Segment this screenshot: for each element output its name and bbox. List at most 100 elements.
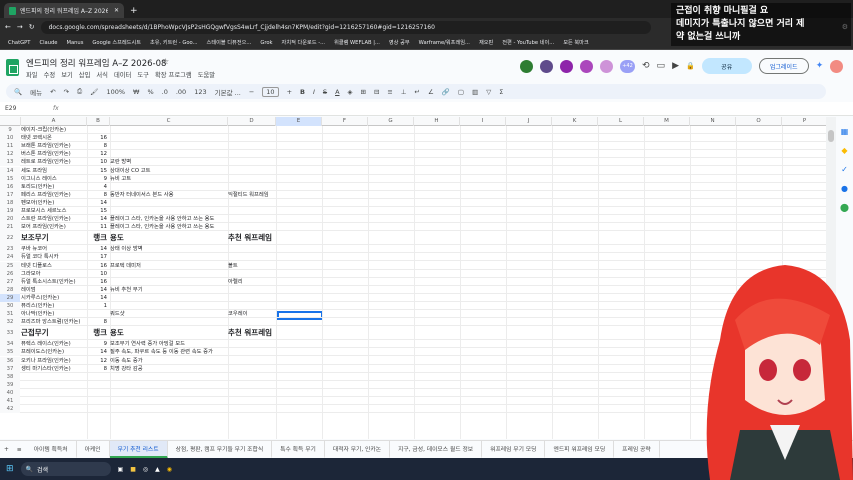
link-icon[interactable]: 🔗 [442,88,450,96]
add-sheet-icon[interactable]: + [0,447,13,453]
row-number[interactable]: 21 [0,223,20,232]
cell-a[interactable]: 페리스 프라임(인카논) [21,191,87,199]
cell-b[interactable]: 14 [87,286,107,294]
cell-a[interactable]: 브래톤 프라임(인카논) [21,142,87,150]
bookmark-item[interactable]: ChatGPT [8,40,30,46]
cell-a[interactable]: 세도 프라임 [21,167,87,175]
sheet-tab[interactable]: 대적자 무기, 인카논 [325,440,391,459]
cell-b[interactable]: 15 [87,207,107,215]
cell-c[interactable]: 상대이상 CO 고트 [110,167,225,175]
row-number[interactable]: 17 [0,190,20,199]
cell-a[interactable]: 셍티 마기스타(인카논) [21,365,87,373]
sheet-tab[interactable]: 프레임 공략 [614,440,660,459]
cell-a[interactable]: 에이지-크립(인카논) [21,126,87,134]
sheet-tab[interactable]: 아이템 획득처 [26,440,77,459]
cell-a[interactable]: 태넷 코렉시온 [21,134,87,142]
name-box[interactable]: E29 [0,105,45,112]
menu-item[interactable]: 도구 [137,70,149,79]
reload-icon[interactable]: ↻ [29,23,35,31]
cell-c[interactable]: 뉴비 추천 무기 [110,286,225,294]
row-number[interactable]: 39 [0,380,20,389]
cell-b[interactable]: 12 [87,357,107,365]
browser-tab[interactable]: 엔드피의 정리 워프레임 A–Z 2026-08 ✕ [4,3,124,18]
borders-icon[interactable]: ⊞ [361,88,366,96]
sheet-tab[interactable]: 상점, 평판, 캠프 무기들 무기 조합식 [168,440,273,459]
cell-b[interactable]: 17 [87,253,107,261]
strikethrough-icon[interactable]: S [323,88,327,96]
search-icon[interactable]: 🔍 [14,88,22,96]
task-view-icon[interactable]: ▣ [118,466,124,473]
tasks-icon[interactable]: ✓ [841,165,848,174]
row-number[interactable]: 12 [0,150,20,159]
column-header-e[interactable]: E [276,117,322,126]
bookmark-item[interactable]: Warframe/워프레임... [419,39,470,46]
align-icon[interactable]: ≡ [387,88,392,96]
row-number[interactable]: 15 [0,174,20,183]
cell-a[interactable]: 근접무기 [21,326,87,340]
cell-d[interactable]: 추천 워프레임 [228,231,276,245]
cell-a[interactable]: 스트란 프라임(인카논) [21,215,87,223]
formula-input[interactable] [59,104,853,114]
currency-icon[interactable]: ₩ [133,88,139,96]
cell-b[interactable]: 8 [87,365,107,373]
cell-b[interactable]: 8 [87,191,107,199]
cell-b[interactable]: 16 [87,262,107,270]
upgrade-button[interactable]: 업그레이드 [758,58,809,74]
print-icon[interactable]: ⎙ [77,87,82,96]
comment-add-icon[interactable]: ▢ [458,88,464,96]
row-number[interactable]: 19 [0,207,20,215]
sheet-tab[interactable]: 엔드피 워프레임 모딩 [545,440,615,459]
sheet-tab[interactable]: 특수 획득 무기 [272,440,325,459]
history-icon[interactable]: ⟲ [642,61,650,71]
cell-a[interactable]: 버스톤 프라임(인카논) [21,150,87,158]
row-number[interactable]: 9 [0,126,20,134]
menu-item[interactable]: 데이터 [114,70,131,79]
bookmark-item[interactable]: 위클램 WEFLAB |... [334,39,380,46]
row-number[interactable]: 32 [0,318,20,327]
cell-b[interactable]: 16 [87,134,107,142]
row-number[interactable]: 36 [0,356,20,365]
menu-search[interactable]: 메뉴 [30,87,42,97]
column-header-g[interactable]: G [368,117,414,126]
row-number[interactable]: 38 [0,372,20,381]
doc-title[interactable]: 엔드피의 정리 워프레임 A–Z 2026-08 [26,57,166,69]
cell-c[interactable]: 보조무기 연사력 증가 아밍걸 모드 [110,340,225,348]
bookmark-item[interactable]: Google 스프레드시트 [92,39,141,46]
cell-b[interactable]: 랭크 [87,231,107,245]
cell-a[interactable]: 아나막(인카논) [21,310,87,318]
cell-a[interactable]: 펜모아(인카논) [21,199,87,207]
cell-c[interactable]: 쿼드샷 [110,310,225,318]
column-header-k[interactable]: K [552,117,598,126]
font-select[interactable]: 기본값 ... [215,87,241,97]
column-header-b[interactable]: B [87,117,110,126]
cell-c[interactable]: 용도 [110,231,225,245]
cell-a[interactable]: 프로보시스 세르노스 [21,207,87,215]
bookmark-item[interactable]: 재오핀 [479,39,493,46]
bookmark-item[interactable]: Grok [260,40,272,46]
new-tab-icon[interactable]: + [130,6,138,16]
file-explorer-icon[interactable]: ■ [130,466,136,473]
gemini-icon[interactable]: ✦ [816,61,824,71]
cell-b[interactable]: 10 [87,270,107,278]
cell-d[interactable]: 익절티드 워프레임 [228,191,276,199]
valign-icon[interactable]: ⊥ [401,88,407,96]
cell-a[interactable]: 프리즈마 앙스트럼(인카논) [21,318,87,326]
cell-b[interactable]: 8 [87,142,107,150]
cell-b[interactable]: 16 [87,278,107,286]
cell-b[interactable]: 15 [87,167,107,175]
row-number[interactable]: 22 [0,231,20,246]
column-header-o[interactable]: O [736,117,782,126]
zoom-select[interactable]: 100% [106,88,125,96]
cell-b[interactable]: 14 [87,199,107,207]
cell-a[interactable]: 오키나 프라임(인카논) [21,357,87,365]
cell-c[interactable]: 뉴비 고트 [110,175,225,183]
menu-item[interactable]: 파일 [26,70,38,79]
taskbar-search[interactable]: 🔍 검색 [20,462,111,476]
row-number[interactable]: 28 [0,285,20,294]
forward-icon[interactable]: → [17,23,23,31]
cell-c[interactable]: 프로텍 데미저 [110,262,225,270]
column-header-n[interactable]: N [690,117,736,126]
avatar[interactable] [600,59,613,73]
sheets-logo-icon[interactable] [6,59,19,76]
paint-format-icon[interactable]: 🖌 [90,88,98,96]
